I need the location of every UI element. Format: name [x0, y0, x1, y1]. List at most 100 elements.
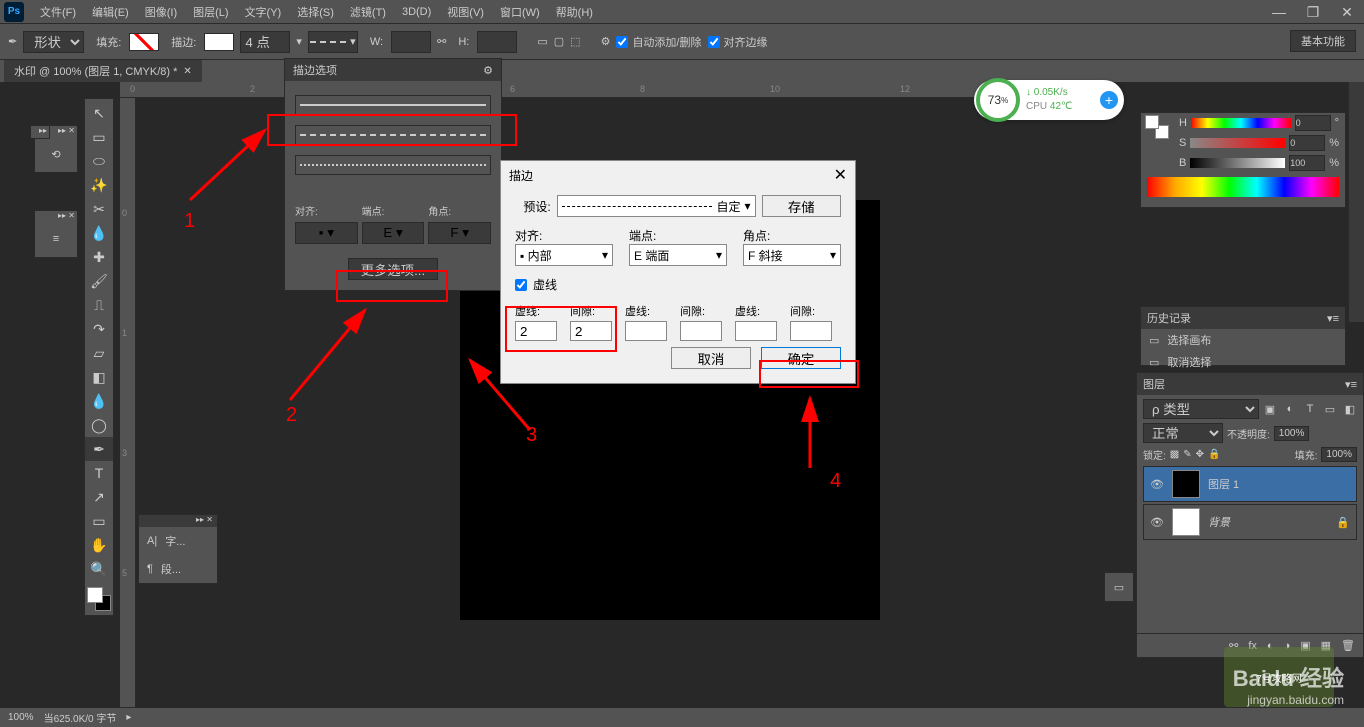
layer-filter-select[interactable]: ρ 类型	[1143, 399, 1259, 419]
menu-help[interactable]: 帮助(H)	[548, 0, 601, 24]
magic-wand-tool[interactable]: ✨	[85, 173, 113, 197]
filter-type-icon[interactable]: T	[1303, 402, 1317, 416]
menu-edit[interactable]: 编辑(E)	[84, 0, 137, 24]
collapsed-panel-dock-2[interactable]: ▸▸ ✕ ≡	[34, 210, 78, 258]
eyedropper-tool[interactable]: 💧	[85, 221, 113, 245]
color-swatches[interactable]	[85, 585, 113, 613]
paragraph-button[interactable]: 段...	[161, 561, 181, 577]
align-edges-checkbox[interactable]	[708, 36, 720, 48]
character-panel[interactable]: ▸▸ ✕ A|字... ¶段...	[138, 514, 218, 584]
stamp-tool[interactable]: ⎍	[85, 293, 113, 317]
dash2-input[interactable]	[625, 321, 667, 341]
hue-slider[interactable]	[1191, 118, 1291, 128]
brush-tool[interactable]: 🖌	[85, 269, 113, 293]
dlg-caps-select[interactable]: E 端面▾	[629, 244, 727, 266]
type-tool[interactable]: T	[85, 461, 113, 485]
dash3-input[interactable]	[735, 321, 777, 341]
window-close[interactable]: ✕	[1330, 0, 1364, 24]
dodge-tool[interactable]: ◯	[85, 413, 113, 437]
zoom-tool[interactable]: 🔍	[85, 557, 113, 581]
filter-image-icon[interactable]: ▣	[1263, 402, 1277, 416]
eraser-tool[interactable]: ▱	[85, 341, 113, 365]
path-select-tool[interactable]: ↗	[85, 485, 113, 509]
path-op-3[interactable]: ⬚	[570, 35, 580, 48]
stroke-style-dropdown[interactable]: ▾	[308, 31, 358, 53]
marquee-tool[interactable]: ▭	[85, 125, 113, 149]
brush-panel-icon[interactable]: ≡	[35, 221, 77, 257]
history-item[interactable]: ▭选择画布	[1141, 329, 1345, 351]
window-minimize[interactable]: —	[1262, 0, 1296, 24]
doc-size[interactable]: 当625.0K/0 字节	[44, 710, 117, 725]
dlg-align-select[interactable]: ▪ 内部▾	[515, 244, 613, 266]
document-tab[interactable]: 水印 @ 100% (图层 1, CMYK/8) * ✕	[4, 60, 202, 82]
zoom-level[interactable]: 100%	[8, 712, 34, 723]
stroke-preset-solid[interactable]	[295, 95, 491, 115]
workspace-switcher[interactable]: 基本功能	[1290, 30, 1356, 52]
hand-tool[interactable]: ✋	[85, 533, 113, 557]
close-tab-icon[interactable]: ✕	[183, 66, 191, 77]
filter-smart-icon[interactable]: ◧	[1343, 402, 1357, 416]
blend-mode-select[interactable]: 正常	[1143, 423, 1223, 443]
s-input[interactable]	[1289, 135, 1325, 151]
gap1-input[interactable]	[570, 321, 612, 341]
menu-select[interactable]: 选择(S)	[289, 0, 342, 24]
mode-select[interactable]: 形状	[23, 31, 84, 53]
dlg-corners-select[interactable]: F 斜接▾	[743, 244, 841, 266]
blur-tool[interactable]: 💧	[85, 389, 113, 413]
gear-icon[interactable]: ⚙	[601, 35, 611, 48]
dashed-checkbox[interactable]	[515, 279, 527, 291]
gap2-input[interactable]	[680, 321, 722, 341]
fill-swatch[interactable]	[129, 33, 159, 51]
toolbox-handle[interactable]: ▸▸	[30, 125, 50, 139]
layers-tab[interactable]: 图层	[1143, 376, 1165, 392]
filter-adjust-icon[interactable]: ◐	[1283, 402, 1297, 416]
window-maximize[interactable]: ❐	[1296, 0, 1330, 24]
corners-select[interactable]: F ▾	[428, 222, 491, 244]
crop-tool[interactable]: ✂	[85, 197, 113, 221]
path-op-1[interactable]: ▭	[537, 35, 547, 48]
fill-value[interactable]: 100%	[1321, 447, 1357, 462]
history-tab[interactable]: 历史记录	[1147, 310, 1191, 326]
move-tool[interactable]: ↖	[85, 101, 113, 125]
panel-menu-icon[interactable]: ▾≡	[1345, 378, 1357, 391]
opacity-value[interactable]: 100%	[1274, 426, 1310, 441]
delete-layer-icon[interactable]: 🗑	[1341, 639, 1355, 652]
pen-tool[interactable]: ✒	[85, 437, 113, 461]
layer-item[interactable]: 👁 背景 🔒	[1143, 504, 1357, 540]
lock-move-icon[interactable]: ✥	[1196, 449, 1204, 460]
menu-image[interactable]: 图像(I)	[137, 0, 185, 24]
cancel-button[interactable]: 取消	[671, 347, 751, 369]
link-icon[interactable]: ⚯	[437, 35, 446, 48]
gap3-input[interactable]	[790, 321, 832, 341]
stroke-popup-gear-icon[interactable]: ⚙	[483, 64, 493, 77]
lock-all-icon[interactable]: ▩	[1170, 449, 1179, 460]
filter-shape-icon[interactable]: ▭	[1323, 402, 1337, 416]
layer-name[interactable]: 背景	[1208, 514, 1230, 530]
visibility-icon[interactable]: 👁	[1150, 516, 1164, 529]
bri-slider[interactable]	[1190, 158, 1285, 168]
stroke-preset-dotted[interactable]	[295, 155, 491, 175]
path-op-2[interactable]: ▢	[554, 35, 564, 48]
gradient-tool[interactable]: ◧	[85, 365, 113, 389]
color-swatch-pair[interactable]	[1145, 115, 1169, 139]
stroke-width-input[interactable]	[240, 31, 290, 53]
stroke-preset-dashed[interactable]	[295, 125, 491, 145]
character-button[interactable]: 字...	[165, 533, 185, 549]
layer-item[interactable]: 👁 图层 1	[1143, 466, 1357, 502]
collapsed-panel-strip[interactable]	[1348, 82, 1364, 322]
healing-tool[interactable]: ✚	[85, 245, 113, 269]
spectrum-bar[interactable]	[1147, 177, 1339, 197]
auto-add-checkbox[interactable]	[616, 36, 628, 48]
stroke-width-dropdown[interactable]: ▾	[296, 35, 302, 48]
b-input[interactable]	[1289, 155, 1325, 171]
layer-thumbnail[interactable]	[1172, 470, 1200, 498]
history-item[interactable]: ▭取消选择	[1141, 351, 1345, 373]
height-input[interactable]	[477, 31, 517, 53]
align-select[interactable]: ▪ ▾	[295, 222, 358, 244]
dialog-close-icon[interactable]: ✕	[834, 165, 847, 185]
menu-type[interactable]: 文字(Y)	[237, 0, 290, 24]
dash1-input[interactable]	[515, 321, 557, 341]
width-input[interactable]	[391, 31, 431, 53]
collapsed-props-icon[interactable]: ▭	[1104, 572, 1134, 602]
stroke-swatch[interactable]	[204, 33, 234, 51]
